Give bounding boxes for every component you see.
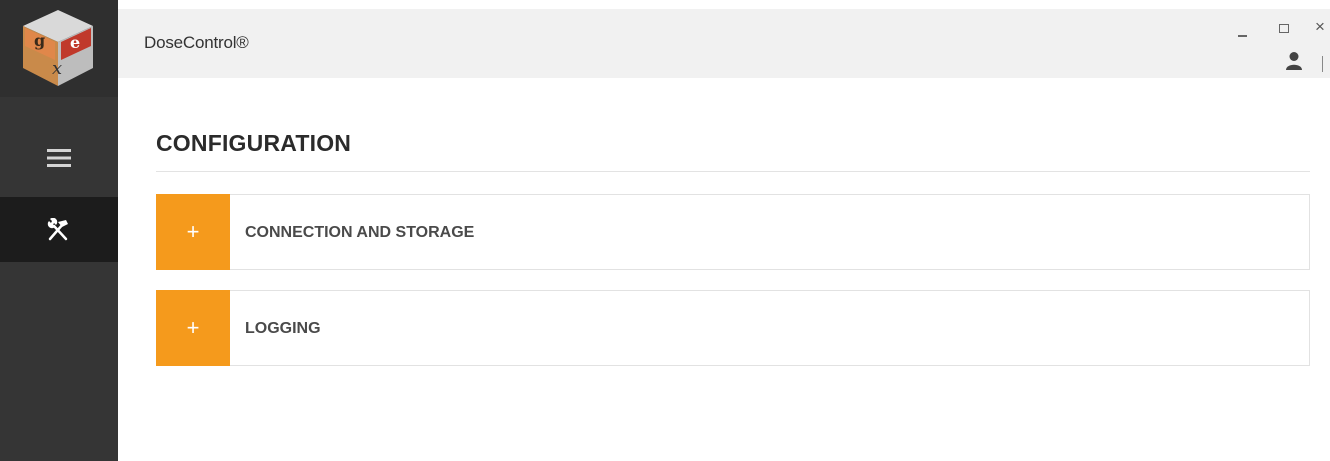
tools-icon	[47, 217, 68, 240]
sidebar-item-menu[interactable]	[0, 130, 118, 186]
svg-text:x: x	[52, 58, 62, 79]
svg-text:g: g	[34, 31, 45, 50]
svg-text:e: e	[70, 33, 80, 52]
section-label: LOGGING	[245, 320, 321, 337]
app-logo: g e x	[0, 0, 118, 97]
divider	[1322, 56, 1323, 72]
sidebar: g e x	[0, 0, 118, 461]
sidebar-item-configuration[interactable]	[0, 197, 118, 262]
section-connection-and-storage[interactable]: + CONNECTION AND STORAGE	[156, 194, 1310, 270]
expand-button[interactable]: +	[156, 194, 230, 270]
title-bar: DoseControl® ×	[118, 0, 1330, 78]
maximize-button[interactable]	[1279, 24, 1289, 33]
user-icon[interactable]	[1285, 51, 1303, 71]
expand-button[interactable]: +	[156, 290, 230, 366]
app-title: DoseControl®	[144, 33, 249, 52]
minimize-button[interactable]	[1238, 35, 1247, 37]
title-divider	[156, 171, 1310, 172]
page-title: CONFIGURATION	[156, 130, 352, 156]
section-logging[interactable]: + LOGGING	[156, 290, 1310, 366]
section-label: CONNECTION AND STORAGE	[245, 224, 475, 241]
close-button[interactable]: ×	[1315, 16, 1325, 38]
hamburger-icon	[47, 149, 71, 167]
logo-cube-icon: g e x	[23, 10, 93, 86]
